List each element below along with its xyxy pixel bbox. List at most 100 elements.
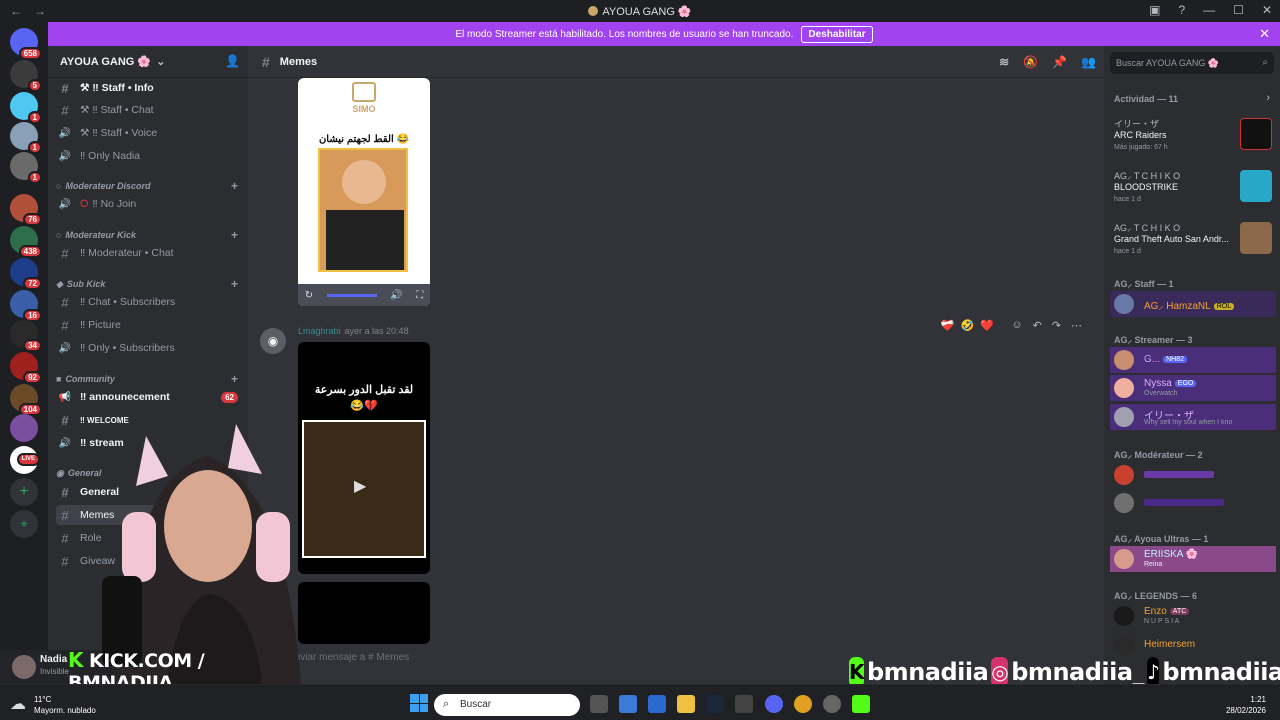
category-moderateur-kick[interactable]: ○ Moderateur Kick +	[56, 227, 244, 243]
minimize-button[interactable]: —	[1203, 3, 1215, 17]
kick-app-icon[interactable]	[852, 695, 870, 713]
server-icon[interactable]: 76	[10, 194, 42, 226]
channel-picture[interactable]: # ‼ Picture	[56, 315, 244, 335]
meme-video-1[interactable]: SIMO القط لجهتم نيشان 😂 ↻ 🔊 ⛶	[298, 78, 430, 306]
notification-bell-icon[interactable]: 🔕	[1023, 55, 1038, 69]
activity-card[interactable]: AG⸝ T C H I K O BLOODSTRIKE hace 1 d	[1110, 166, 1276, 214]
server-icon[interactable]: 1	[10, 152, 42, 184]
channel-only-subscribers[interactable]: 🔊 ‼ Only • Subscribers	[56, 338, 244, 358]
pin-icon[interactable]: 📌	[1052, 55, 1067, 69]
server-icon[interactable]: 438	[10, 226, 42, 258]
member-item[interactable]: Enzo ATC N U P S I A	[1110, 603, 1276, 629]
channel-no-join[interactable]: 🔊 ⭘ ‼ No Join	[56, 194, 244, 214]
channel-only-nadia[interactable]: 🔊 ‼ Only Nadia	[56, 146, 244, 166]
activity-card[interactable]: AG⸝ T C H I K O Grand Theft Auto San And…	[1110, 218, 1276, 266]
reaction-heart-bandage[interactable]: ❤️‍🩹	[941, 319, 955, 332]
server-icon[interactable]: 34	[10, 320, 42, 352]
channel-chat-subscribers[interactable]: # ‼ Chat • Subscribers	[56, 292, 244, 312]
server-icon[interactable]: 1	[10, 122, 42, 154]
server-icon[interactable]: 1	[10, 92, 42, 124]
search-input[interactable]: Buscar AYOUA GANG 🌸 ⌕	[1110, 52, 1274, 74]
avatar[interactable]: ◉	[260, 328, 286, 354]
store-icon[interactable]	[619, 695, 637, 713]
add-channel-icon[interactable]: +	[231, 179, 238, 193]
play-icon[interactable]: ▶	[354, 476, 366, 496]
weather-icon[interactable]: ☁	[10, 694, 26, 714]
add-channel-icon[interactable]: +	[231, 228, 238, 242]
windows-start-icon[interactable]	[410, 694, 428, 712]
channel-announcement[interactable]: 📢 ‼ announecement 62	[56, 387, 244, 407]
taskbar-search[interactable]: ⌕ Buscar	[434, 694, 580, 716]
server-header[interactable]: AYOUA GANG 🌸 ⌄ 👤	[48, 46, 248, 78]
server-icon[interactable]: 92	[10, 352, 42, 384]
live-server-icon[interactable]: LIVE	[10, 446, 40, 474]
hash-icon: #	[262, 53, 270, 70]
streamer-section-title: AG⸝ Streamer — 3	[1114, 335, 1193, 345]
speaker-icon: 🔊	[58, 198, 72, 210]
steam-icon[interactable]	[706, 695, 724, 713]
maximize-button[interactable]: ☐	[1233, 3, 1244, 17]
category-sub-kick[interactable]: ◆ Sub Kick +	[56, 276, 244, 292]
reply-icon[interactable]: ↶	[1033, 319, 1042, 332]
server-icon[interactable]: 5	[10, 60, 42, 92]
reaction-heart[interactable]: ❤️	[980, 319, 994, 332]
file-explorer-icon[interactable]	[677, 695, 695, 713]
server-icon[interactable]	[10, 414, 38, 442]
replay-icon[interactable]: ↻	[305, 290, 313, 301]
hash-icon: #	[61, 484, 69, 500]
app-icon[interactable]	[735, 695, 753, 713]
category-moderateur-discord[interactable]: ○ Moderateur Discord +	[56, 178, 244, 194]
clock[interactable]: 1:21 28/02/2026	[1226, 694, 1266, 716]
inbox-icon[interactable]: ▣	[1149, 3, 1160, 17]
chevron-right-icon[interactable]: ›	[1266, 92, 1270, 104]
category-community[interactable]: ■ Community +	[56, 371, 244, 387]
discord-icon[interactable]	[765, 695, 783, 713]
channel-staff-chat[interactable]: # ⚒ ‼ Staff • Chat	[56, 100, 244, 120]
member-item[interactable]: イリー・ザ Why sell my soul when I kno	[1110, 404, 1276, 430]
volume-icon[interactable]: 🔊	[390, 290, 402, 301]
speaker-icon: 🔊	[58, 127, 72, 139]
add-channel-icon[interactable]: +	[231, 372, 238, 386]
avatar	[1114, 378, 1134, 398]
server-icon[interactable]: 104	[10, 384, 42, 416]
help-icon[interactable]: ?	[1178, 3, 1185, 17]
activity-card[interactable]: イリー・ザ ARC Raiders Más jugado: 67 h	[1110, 114, 1276, 162]
server-icon[interactable]: 72	[10, 258, 42, 290]
channel-moderateur-chat[interactable]: # ‼ Moderateur • Chat	[56, 243, 244, 263]
member-item[interactable]: Nyssa EGO Overwatch	[1110, 375, 1276, 401]
members-icon[interactable]: 👥	[1081, 55, 1096, 69]
chrome-icon[interactable]	[794, 695, 812, 713]
server-icon[interactable]: 16	[10, 290, 42, 322]
member-item[interactable]: G... NH82	[1110, 347, 1276, 373]
avatar[interactable]	[12, 655, 36, 679]
member-item[interactable]: ERIISKA 🌸 Reina	[1110, 546, 1276, 572]
avatar	[1114, 606, 1134, 626]
close-window-button[interactable]: ✕	[1262, 3, 1272, 17]
ultras-section-title: AG⸝ Ayoua Ultras — 1	[1114, 534, 1209, 544]
add-channel-icon[interactable]: +	[231, 277, 238, 291]
direct-messages-icon[interactable]: 658	[10, 28, 42, 60]
disable-streamer-button[interactable]: Deshabilitar	[801, 25, 873, 43]
member-item[interactable]	[1110, 462, 1276, 488]
outlook-icon[interactable]	[648, 695, 666, 713]
member-item[interactable]	[1110, 490, 1276, 516]
member-item[interactable]: AG⸝ HamzaNL ROL	[1110, 291, 1276, 317]
author-name[interactable]: Lmaghrabi	[298, 326, 341, 336]
discover-icon[interactable]: ⌖	[10, 510, 38, 538]
window-titlebar: ← → AYOUA GANG 🌸 ▣ ? — ☐ ✕	[0, 0, 1280, 22]
video-progress[interactable]	[326, 293, 377, 297]
forward-icon[interactable]: ↷	[1052, 319, 1061, 332]
add-member-icon[interactable]: 👤	[225, 54, 240, 68]
fullscreen-icon[interactable]: ⛶	[416, 290, 423, 301]
channel-staff-info[interactable]: # ⚒ ‼ Staff • Info	[56, 78, 244, 98]
server-list: 658 5 1 1 1 76 438 72 16 34 92 104 LIVE …	[0, 22, 48, 684]
add-server-icon[interactable]: +	[10, 478, 38, 506]
app-icon[interactable]	[823, 695, 841, 713]
reaction-rofl[interactable]: 🤣	[961, 319, 975, 332]
threads-icon[interactable]: ≋	[999, 55, 1009, 69]
task-view-icon[interactable]	[590, 695, 608, 713]
add-reaction-icon[interactable]: ☺	[1011, 319, 1022, 332]
more-icon[interactable]: ⋯	[1071, 319, 1082, 332]
close-icon[interactable]: ✕	[1259, 26, 1270, 42]
channel-staff-voice[interactable]: 🔊 ⚒ ‼ Staff • Voice	[56, 123, 244, 143]
